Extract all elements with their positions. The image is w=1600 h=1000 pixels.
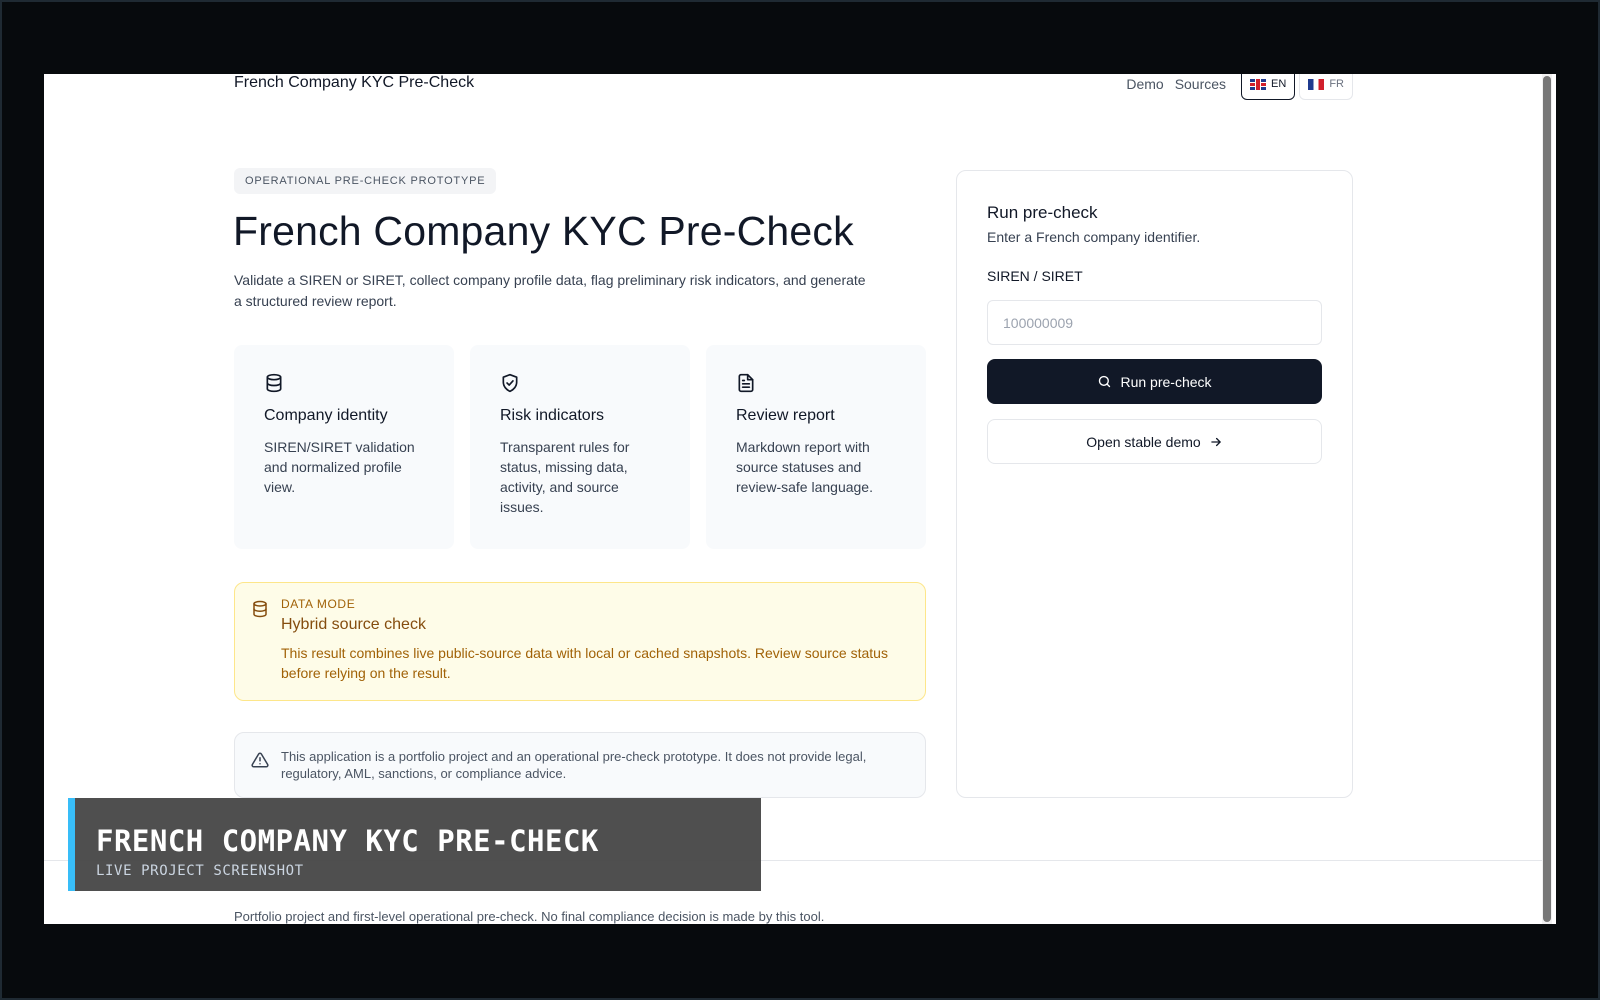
data-mode-title: Hybrid source check: [281, 616, 426, 633]
language-code-fr: FR: [1329, 78, 1344, 90]
nav-link-demo[interactable]: Demo: [1126, 74, 1163, 100]
top-nav: Demo Sources EN FR: [1126, 74, 1353, 100]
warning-triangle-icon: [251, 752, 269, 768]
screenshot-caption: FRENCH COMPANY KYC PRE-CHECK LIVE PROJEC…: [68, 798, 761, 891]
feature-card-review-report: Review report Markdown report with sourc…: [706, 345, 926, 549]
data-mode-notice: DATA MODE Hybrid source check This resul…: [234, 582, 926, 701]
data-mode-label: DATA MODE: [281, 597, 356, 611]
browser-viewport: French Company KYC Pre-Check Demo Source…: [44, 74, 1556, 924]
feature-title: Review report: [736, 407, 835, 424]
feature-cards: Company identity SIREN/SIRET validation …: [234, 345, 926, 549]
shield-check-icon: [502, 373, 518, 393]
disclaimer-box: This application is a portfolio project …: [234, 732, 926, 798]
database-icon: [253, 600, 267, 618]
arrow-right-icon: [1210, 437, 1221, 446]
fr-flag-icon: [1308, 78, 1325, 90]
siren-siret-label: SIREN / SIRET: [987, 268, 1083, 284]
feature-title: Risk indicators: [500, 407, 605, 424]
caption-accent-bar: [68, 798, 75, 891]
data-mode-text: This result combines live public-source …: [281, 645, 888, 681]
caption-subtitle: LIVE PROJECT SCREENSHOT: [96, 863, 304, 879]
search-icon: [1099, 375, 1111, 388]
open-stable-demo-button[interactable]: Open stable demo: [987, 419, 1322, 464]
caption-title: FRENCH COMPANY KYC PRE-CHECK: [96, 824, 599, 858]
feature-text: SIREN/SIRET validation and normalized pr…: [264, 439, 415, 495]
feature-title: Company identity: [264, 407, 388, 424]
language-code-en: EN: [1271, 78, 1287, 90]
language-button-fr[interactable]: FR: [1299, 74, 1353, 100]
scrollbar-thumb[interactable]: [1543, 76, 1551, 922]
prototype-badge: OPERATIONAL PRE-CHECK PROTOTYPE: [234, 168, 497, 194]
feature-text: Markdown report with source statuses and…: [736, 439, 873, 495]
database-icon: [266, 373, 282, 393]
nav-link-sources[interactable]: Sources: [1175, 74, 1226, 100]
footer-text: Portfolio project and first-level operat…: [234, 909, 825, 924]
open-stable-demo-label: Open stable demo: [1086, 433, 1201, 450]
form-subtitle: Enter a French company identifier.: [987, 229, 1201, 245]
siren-siret-input[interactable]: [987, 300, 1322, 345]
disclaimer-text: This application is a portfolio project …: [281, 749, 867, 781]
document-icon: [738, 373, 754, 393]
uk-flag-icon: [1250, 78, 1267, 90]
page-scrollbar[interactable]: [1542, 74, 1552, 924]
pre-check-form-card: Run pre-check Enter a French company ide…: [956, 170, 1353, 798]
page-title: French Company KYC Pre-Check: [233, 208, 854, 254]
feature-card-company-identity: Company identity SIREN/SIRET validation …: [234, 345, 454, 549]
language-button-en[interactable]: EN: [1241, 74, 1296, 100]
site-title[interactable]: French Company KYC Pre-Check: [234, 74, 474, 94]
feature-text: Transparent rules for status, missing da…: [500, 439, 630, 515]
run-pre-check-label: Run pre-check: [1120, 373, 1212, 390]
feature-card-risk-indicators: Risk indicators Transparent rules for st…: [470, 345, 690, 549]
run-pre-check-button[interactable]: Run pre-check: [987, 359, 1322, 404]
page-description: Validate a SIREN or SIRET, collect compa…: [234, 272, 866, 309]
form-title: Run pre-check: [987, 203, 1098, 222]
